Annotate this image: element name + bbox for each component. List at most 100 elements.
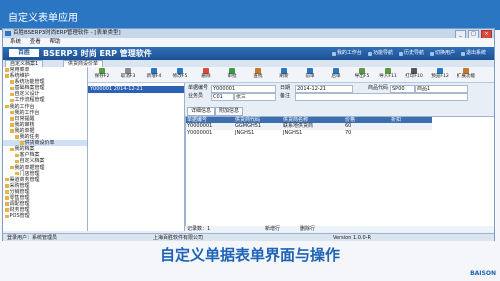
import-button[interactable]: 导入F11 <box>378 68 398 81</box>
brand-title: BSERP3 时尚 ERP 管理软件 <box>43 49 152 58</box>
print-button[interactable]: 打印F10 <box>404 68 424 81</box>
add-button[interactable]: 新增F4 <box>144 68 164 81</box>
date-label: 日期 <box>280 85 291 91</box>
menu-view[interactable]: 查看 <box>30 39 41 45</box>
clerk-label: 业务员 <box>188 93 204 99</box>
caption-title: 自定义单据表单界面与操作 <box>159 246 340 264</box>
toolbar-label: 删除 <box>201 74 211 79</box>
product-code-field[interactable]: SP00 <box>390 85 415 93</box>
preview-button[interactable]: 预览F12 <box>430 68 450 81</box>
prev-doc-button[interactable]: 前单 <box>300 68 320 81</box>
toolbar-label: 导入F11 <box>379 74 397 79</box>
tab-detail-info[interactable]: 详细信息 <box>187 107 216 116</box>
folder-icon <box>10 80 14 84</box>
export-button[interactable]: 导出F5 <box>352 68 372 81</box>
cancel-button[interactable]: 取消F3 <box>118 68 138 81</box>
slide-header: 自定义表单应用 <box>0 0 500 30</box>
toolbar-label: 刷新 <box>279 74 289 79</box>
folder-icon <box>5 74 9 78</box>
sidebar-item-label: POS管理 <box>9 213 30 220</box>
cell-price: 70 <box>345 129 352 136</box>
footer-brand: BAISON <box>470 270 496 277</box>
date-field[interactable]: 2014-12-21 <box>295 85 353 93</box>
quick-link-function-nav[interactable]: 功能导航 <box>367 50 393 57</box>
toolbar-label: 审批 <box>227 74 237 79</box>
nav-tree: 常用菜单 系统维护 系统功能管理 基础档案管理 自定义设计 工作流程管理 我的工作台 我的工作… <box>3 67 88 231</box>
folder-icon <box>5 104 9 109</box>
folder-icon <box>20 141 24 145</box>
folder-icon <box>10 98 14 103</box>
document-list-item[interactable]: Y000001 2014-12-21 <box>88 86 184 93</box>
erp-window: 百胜BSERP3时尚ERP管理软件 - [表单类型] _ □ × 系统 查看 帮… <box>2 28 495 243</box>
switch-user-icon <box>429 51 434 56</box>
clerk-name-field[interactable]: 张三 <box>234 93 276 101</box>
doc-no-field[interactable]: Y000001 <box>211 85 276 93</box>
quick-link-workbench[interactable]: 我的工作台 <box>331 50 362 57</box>
delete-button[interactable]: 删除 <box>196 68 216 81</box>
next-doc-button[interactable]: 后单 <box>326 68 346 81</box>
save-button[interactable]: 保存F2 <box>92 68 112 81</box>
delete-row-button[interactable]: 删除行 <box>300 226 315 232</box>
toolbar-label: 取消F3 <box>120 74 136 79</box>
cell-doc-no: Y0000001 <box>187 129 213 136</box>
detail-grid: 单据编号 供货商代码 供货商名称 价格 折扣 Y0000001 GGMGH51 … <box>185 116 494 228</box>
window-titlebar: 百胜BSERP3时尚ERP管理软件 - [表单类型] _ □ × <box>3 29 494 39</box>
menu-help[interactable]: 帮助 <box>50 39 61 45</box>
folder-icon <box>15 171 19 176</box>
document-list: Y000001 2014-12-21 <box>88 83 185 231</box>
document-header-form: 单据编号 Y000001 日期 2014-12-21 商品代码 SP00 商品1… <box>185 83 494 107</box>
toolbar-label: 查找 <box>253 74 263 79</box>
folder-icon <box>15 153 19 158</box>
menu-bar: 系统 查看 帮助 <box>3 38 494 47</box>
quick-links: 我的工作台 功能导航 历史导航 切换用户 退出系统 <box>331 50 486 57</box>
quick-link-exit[interactable]: 退出系统 <box>460 50 486 57</box>
app-icon <box>5 31 11 36</box>
find-button[interactable]: 查找 <box>248 68 268 81</box>
product-name-field[interactable]: 商品1 <box>415 85 468 93</box>
toolbar-label: 导出F5 <box>354 74 370 79</box>
product-code-label: 商品代码 <box>368 85 389 91</box>
folder-icon <box>10 86 14 91</box>
tab-extra-info[interactable]: 附加信息 <box>215 107 244 116</box>
quick-link-history-nav[interactable]: 历史导航 <box>398 50 424 57</box>
folder-icon <box>5 214 9 219</box>
folder-icon <box>10 117 14 121</box>
toolbar-label: 保存F2 <box>94 74 110 79</box>
folder-icon <box>10 110 14 115</box>
toolbar-label: 新增F4 <box>146 74 162 79</box>
approve-button[interactable]: 审批 <box>222 68 242 81</box>
slide-title: 自定义表单应用 <box>8 13 78 24</box>
cell-supplier-code: JNGHS1 <box>235 129 255 136</box>
history-nav-icon <box>398 51 403 56</box>
menu-system[interactable]: 系统 <box>10 39 21 45</box>
slide-caption: 自定义单据表单界面与操作 BAISON <box>0 241 500 281</box>
refresh-button[interactable]: 刷新 <box>274 68 294 81</box>
folder-icon <box>5 184 9 188</box>
remark-field[interactable] <box>295 93 468 101</box>
table-row[interactable]: Y0000001 JNGHS1 JNGHS1 70 <box>186 130 432 137</box>
extend-button[interactable]: 扩展功能 <box>456 68 476 81</box>
folder-icon <box>5 68 9 72</box>
cell-supplier-name: JNGHS1 <box>283 129 303 136</box>
remark-label: 备注 <box>280 93 291 99</box>
folder-icon <box>5 177 9 182</box>
window-title: 百胜BSERP3时尚ERP管理软件 - [表单类型] <box>13 30 121 36</box>
record-count: 记录数：1 <box>187 226 211 232</box>
sidebar-item[interactable]: POS管理 <box>3 213 87 219</box>
add-row-button[interactable]: 新增行 <box>265 226 280 232</box>
toolbar-label: 打印F10 <box>405 74 423 79</box>
quick-link-switch-user[interactable]: 切换用户 <box>429 50 455 57</box>
folder-icon <box>10 92 14 97</box>
folder-icon <box>5 208 9 212</box>
clerk-code-field[interactable]: C01 <box>211 93 234 101</box>
folder-icon <box>10 165 14 170</box>
folder-icon <box>10 129 14 133</box>
folder-icon <box>15 135 19 139</box>
workbench-icon <box>331 51 336 56</box>
edit-button[interactable]: 修改F5 <box>170 68 190 81</box>
brand-logo: 百胜 <box>9 49 39 57</box>
folder-icon <box>10 147 14 152</box>
document-tabs: 自定义档案1 供货商设价单 <box>3 60 494 68</box>
toolbar-label: 预览F12 <box>431 74 449 79</box>
folder-icon <box>5 202 9 206</box>
